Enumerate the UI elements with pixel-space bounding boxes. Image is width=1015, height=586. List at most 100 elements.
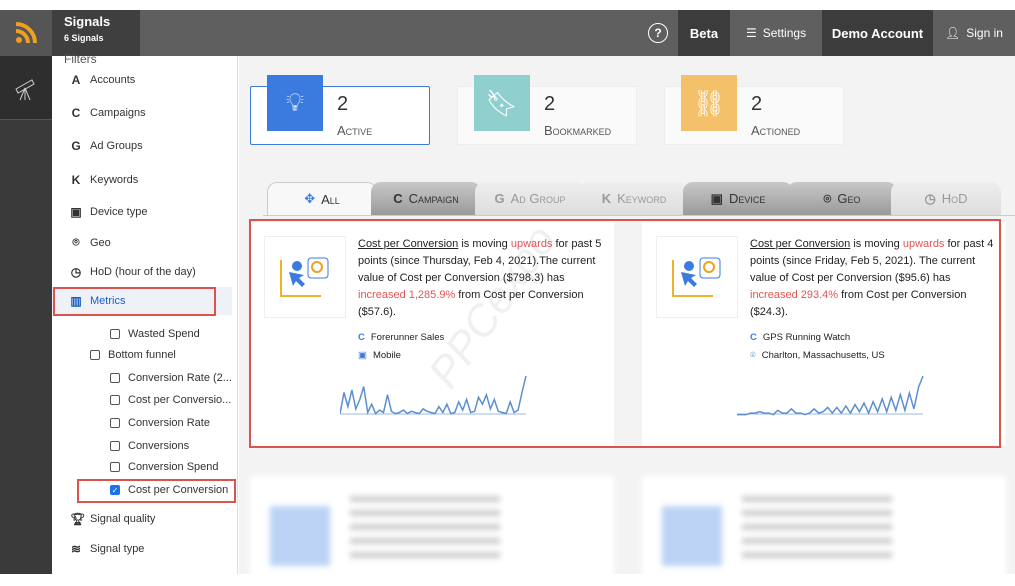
- checkbox[interactable]: [110, 373, 120, 383]
- metric-conversion-rate[interactable]: Conversion Rate: [110, 417, 210, 429]
- clock-icon: ◷: [924, 190, 936, 206]
- settings-label: Settings: [762, 26, 807, 40]
- pin-icon: ⌾: [72, 235, 80, 249]
- filter-hod[interactable]: ◷ HoD (hour of the day): [70, 265, 196, 279]
- checkbox[interactable]: [110, 329, 120, 339]
- top-bar: Signals 6 Signals ? Beta ☰ Settings Demo A…: [0, 10, 1015, 56]
- rss-logo-icon[interactable]: [0, 10, 52, 56]
- device-icon: ▣: [70, 205, 82, 219]
- settings-button[interactable]: ☰ Settings: [730, 10, 822, 56]
- label: All: [321, 191, 340, 207]
- sliders-icon: ☰: [745, 26, 757, 40]
- app-title: Signals: [64, 14, 111, 29]
- label: HoD: [941, 191, 968, 206]
- tab-campaign[interactable]: C Campaign: [371, 182, 481, 215]
- label: Device: [728, 191, 766, 206]
- count: 2: [751, 93, 763, 115]
- label: Actioned: [751, 123, 801, 138]
- actioned-icon: ⛓︎: [681, 75, 737, 131]
- label: Geo: [837, 191, 861, 206]
- label: Keywords: [90, 174, 139, 186]
- checkbox[interactable]: [110, 395, 120, 405]
- filter-campaigns[interactable]: C Campaigns: [70, 106, 146, 120]
- tab-all[interactable]: ✥ All: [267, 182, 377, 215]
- highlight-box-metrics: [53, 287, 216, 316]
- filter-signal-quality[interactable]: 🏆︎ Signal quality: [70, 512, 155, 526]
- summary-bookmarked[interactable]: 🔖︎ 2 Bookmarked: [457, 75, 637, 145]
- tab-hod[interactable]: ◷ HoD: [891, 182, 1001, 215]
- filter-signal-type[interactable]: ≋ Signal type: [70, 542, 144, 556]
- campaign-icon: C: [393, 191, 403, 206]
- filter-geo[interactable]: ⌾ Geo: [70, 235, 111, 250]
- trophy-icon: 🏆︎: [70, 512, 86, 526]
- tab-keyword[interactable]: K Keyword: [579, 182, 689, 215]
- label: HoD (hour of the day): [90, 266, 196, 278]
- lightbulb-icon: 💡︎: [267, 75, 323, 131]
- label: Signal quality: [90, 513, 156, 525]
- filter-device-type[interactable]: ▣ Device type: [70, 205, 147, 219]
- nav-rail: [0, 56, 52, 574]
- label: Conversions: [128, 440, 190, 452]
- ad-group-icon: G: [71, 139, 81, 153]
- label: Accounts: [90, 74, 136, 86]
- account-button[interactable]: Demo Account: [822, 10, 933, 56]
- sign-in-label: Sign in: [966, 26, 1003, 40]
- label: Signal type: [90, 543, 145, 555]
- label: Conversion Rate (2...: [128, 372, 232, 384]
- label: Conversion Spend: [128, 461, 219, 473]
- highlight-box-cpc: [77, 479, 236, 503]
- blurred-card: [250, 476, 614, 586]
- filters-heading: Filters: [64, 52, 97, 66]
- campaign-icon: C: [71, 106, 81, 120]
- ad-group-icon: G: [494, 191, 505, 206]
- label: Campaign: [408, 191, 459, 206]
- label: Device type: [90, 206, 148, 218]
- blurred-card: [642, 476, 1006, 586]
- rss-icon: ≋: [70, 542, 82, 556]
- filter-ad-groups[interactable]: G Ad Groups: [70, 139, 142, 153]
- tab-geo[interactable]: ⌾ Geo: [787, 182, 897, 215]
- label: Bookmarked: [544, 123, 612, 138]
- checkbox[interactable]: [90, 350, 100, 360]
- label: Wasted Spend: [128, 328, 200, 340]
- keyword-icon: K: [601, 191, 612, 206]
- keyword-icon: K: [71, 173, 81, 187]
- help-button[interactable]: ?: [640, 10, 676, 56]
- checkbox[interactable]: [110, 462, 120, 472]
- metric-cost-per-conversion-2[interactable]: Cost per Conversio...: [110, 394, 231, 406]
- metric-conversion-rate-2[interactable]: Conversion Rate (2...: [110, 372, 232, 384]
- summary-active[interactable]: 💡︎ 2 Active: [250, 75, 430, 145]
- move-icon: ✥: [304, 191, 316, 206]
- checkbox[interactable]: [110, 441, 120, 451]
- metric-conversion-spend[interactable]: Conversion Spend: [110, 461, 219, 473]
- filter-accounts[interactable]: A Accounts: [70, 73, 136, 87]
- user-icon: 👤︎: [945, 26, 961, 40]
- label: Ad Group: [510, 191, 566, 206]
- tab-bar: ✥ All C Campaign G Ad Group K Keyword ▣ Devic…: [263, 182, 1015, 216]
- filter-keywords[interactable]: K Keywords: [70, 173, 139, 187]
- pin-icon: ⌾: [823, 190, 832, 206]
- label: Bottom funnel: [108, 349, 176, 361]
- metric-conversions[interactable]: Conversions: [110, 440, 189, 452]
- summary-actioned[interactable]: ⛓︎ 2 Actioned: [664, 75, 844, 145]
- count: 2: [544, 93, 556, 115]
- clock-icon: ◷: [70, 265, 82, 279]
- sign-in-button[interactable]: 👤︎ Sign in: [933, 10, 1015, 56]
- telescope-icon[interactable]: [0, 56, 52, 120]
- highlight-box-cards: [249, 219, 1001, 448]
- signal-count: 6 Signals: [64, 33, 104, 43]
- label: Keyword: [617, 191, 667, 206]
- label: Conversion Rate: [128, 417, 210, 429]
- app-title-block: Signals 6 Signals: [52, 10, 140, 56]
- beta-button[interactable]: Beta: [678, 10, 730, 56]
- device-icon: ▣: [710, 190, 723, 206]
- tab-device[interactable]: ▣ Device: [683, 182, 793, 215]
- label: Active: [337, 123, 373, 138]
- metric-bottom-funnel[interactable]: Bottom funnel: [90, 349, 176, 361]
- tab-ad-group[interactable]: G Ad Group: [475, 182, 585, 215]
- metric-wasted-spend[interactable]: Wasted Spend: [110, 328, 200, 340]
- label: Geo: [90, 236, 111, 249]
- main-content: 💡︎ 2 Active 🔖︎ 2 Bookmarked ⛓︎ 2 Actioned ✥ All…: [239, 56, 1015, 586]
- help-icon: ?: [648, 23, 668, 43]
- checkbox[interactable]: [110, 418, 120, 428]
